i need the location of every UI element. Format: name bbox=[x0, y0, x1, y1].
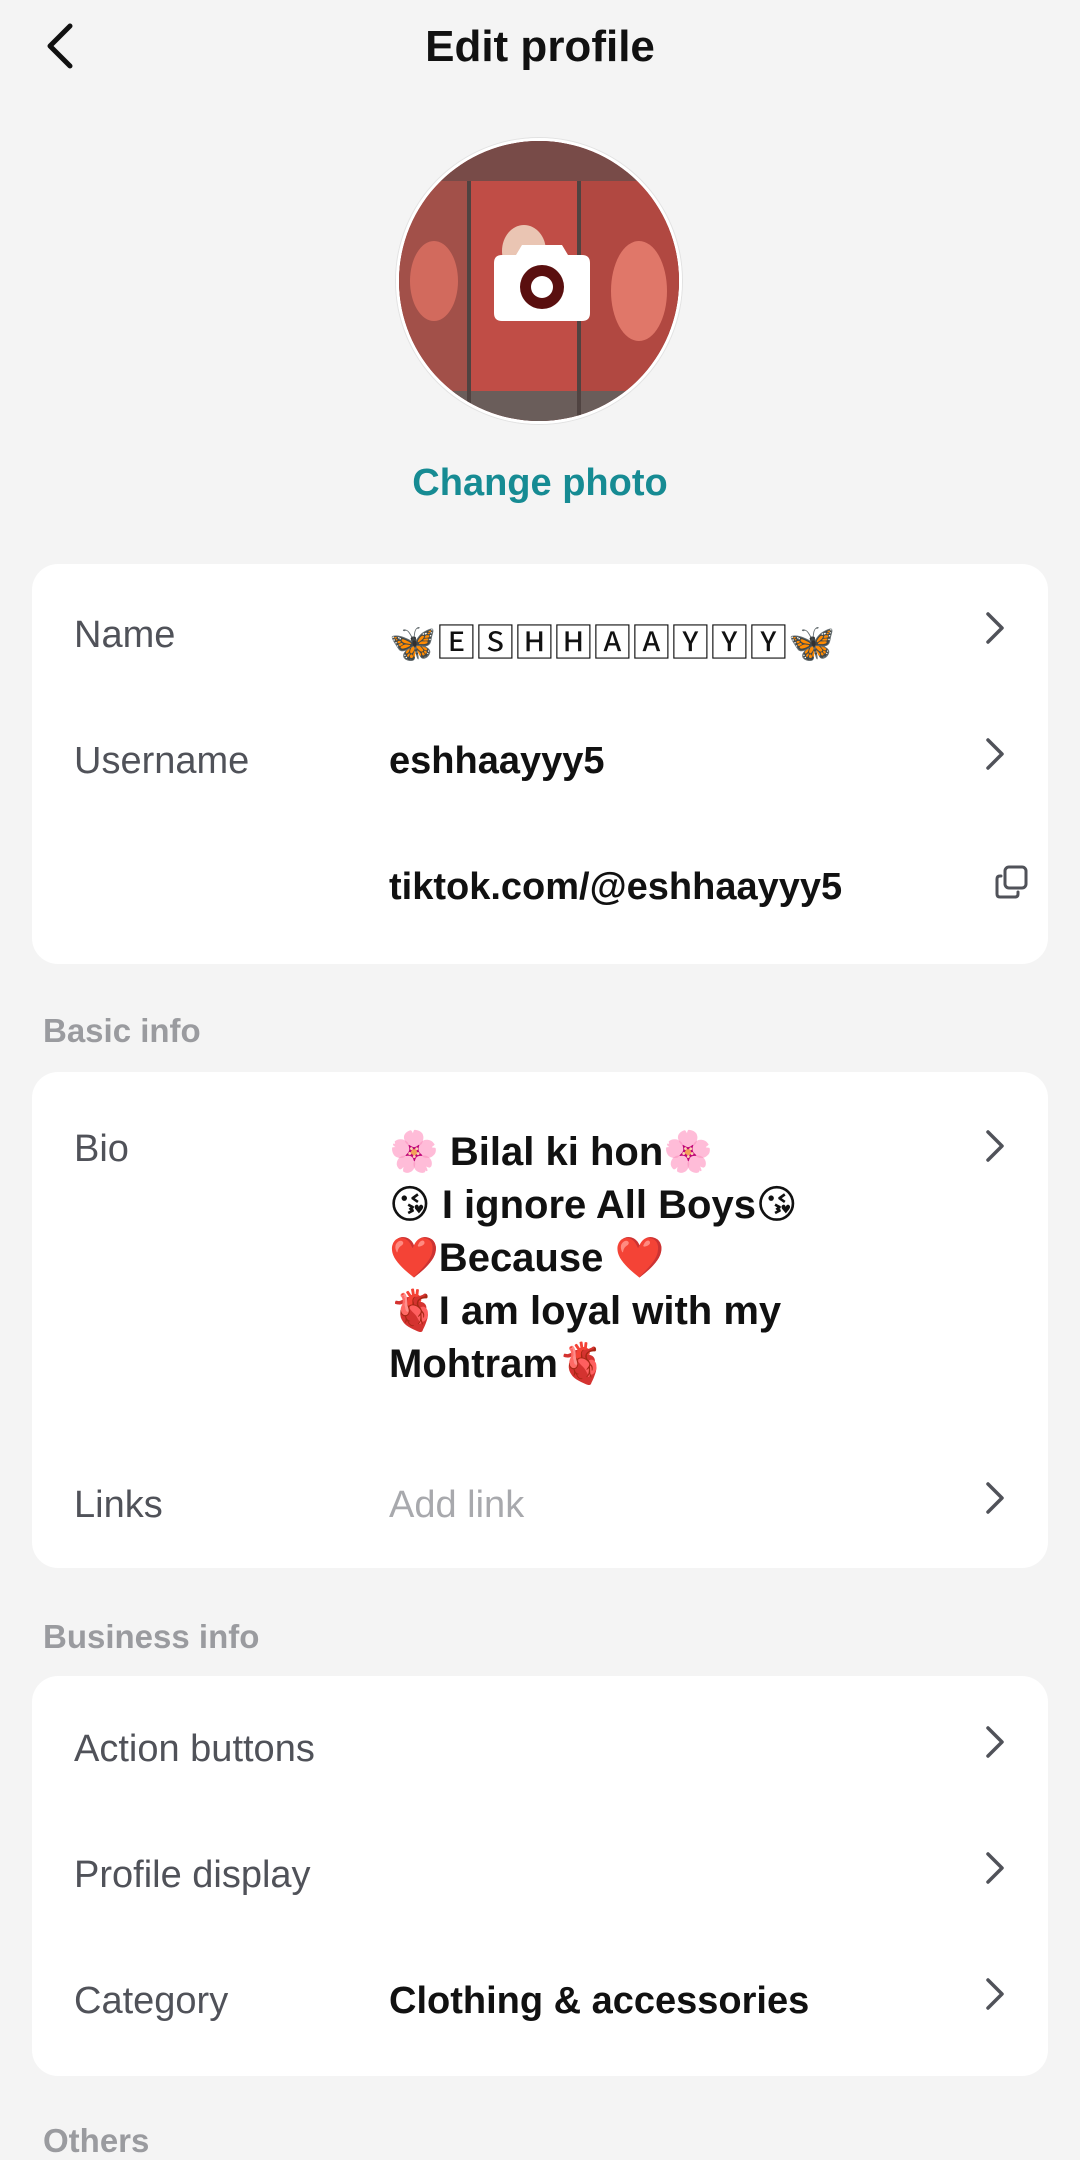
action-buttons-row[interactable]: Action buttons bbox=[32, 1676, 1048, 1802]
profile-photo[interactable] bbox=[396, 138, 682, 424]
chevron-right-icon bbox=[986, 1726, 1004, 1758]
profile-link-row: tiktok.com/@eshhaayyy5 bbox=[32, 816, 1048, 942]
links-row[interactable]: Links Add link bbox=[32, 1442, 1048, 1568]
page-title: Edit profile bbox=[425, 22, 655, 71]
bio-line: 🫀I am loyal with my bbox=[389, 1289, 782, 1333]
bio-line: Mohtram🫀 bbox=[389, 1342, 608, 1386]
category-row[interactable]: Category Clothing & accessories bbox=[32, 1928, 1048, 2054]
chevron-right-icon bbox=[986, 1482, 1004, 1514]
chevron-right-icon bbox=[986, 738, 1004, 770]
chevron-right-icon bbox=[986, 1130, 1004, 1162]
name-label: Name bbox=[74, 614, 176, 656]
chevron-right-icon bbox=[986, 612, 1004, 644]
links-value: Add link bbox=[389, 1484, 525, 1526]
header: Edit profile bbox=[0, 0, 1080, 96]
chevron-right-icon bbox=[986, 1978, 1004, 2010]
category-label: Category bbox=[74, 1980, 229, 2022]
business-info-card: Action buttons Profile display Category … bbox=[32, 1676, 1048, 2076]
username-value: eshhaayyy5 bbox=[389, 740, 605, 782]
action-buttons-label: Action buttons bbox=[74, 1728, 315, 1770]
bio-row[interactable]: Bio 🌸 Bilal ki hon🌸 😘 I ignore All Boys😘… bbox=[32, 1072, 1048, 1440]
profile-link-value: tiktok.com/@eshhaayyy5 bbox=[389, 866, 843, 908]
bio-line: 😘 I ignore All Boys😘 bbox=[389, 1183, 798, 1227]
identity-card: Name 🦋🄴🅂🄷🄷🄰🄰🅈🅈🅈🦋 Username eshhaayyy5 tik… bbox=[32, 564, 1048, 964]
copy-icon[interactable] bbox=[994, 864, 1030, 900]
username-row[interactable]: Username eshhaayyy5 bbox=[32, 690, 1048, 816]
chevron-right-icon bbox=[986, 1852, 1004, 1884]
username-label: Username bbox=[74, 740, 250, 782]
change-photo-button[interactable]: Change photo bbox=[0, 462, 1080, 505]
links-label: Links bbox=[74, 1484, 163, 1526]
bio-label: Bio bbox=[74, 1128, 129, 1170]
camera-icon bbox=[494, 245, 590, 321]
name-value: 🦋🄴🅂🄷🄷🄰🄰🅈🅈🅈🦋 bbox=[389, 623, 837, 665]
bio-line: ❤️Because ❤️ bbox=[389, 1236, 665, 1280]
basic-info-card: Bio 🌸 Bilal ki hon🌸 😘 I ignore All Boys😘… bbox=[32, 1072, 1048, 1568]
profile-display-label: Profile display bbox=[74, 1854, 311, 1896]
business-info-heading: Business info bbox=[43, 1618, 260, 1655]
others-heading: Others bbox=[43, 2122, 150, 2159]
bio-value: 🌸 Bilal ki hon🌸 😘 I ignore All Boys😘 ❤️B… bbox=[389, 1126, 949, 1391]
profile-display-row[interactable]: Profile display bbox=[32, 1802, 1048, 1928]
basic-info-heading: Basic info bbox=[43, 1012, 201, 1049]
bio-line: 🌸 Bilal ki hon🌸 bbox=[389, 1130, 714, 1174]
category-value: Clothing & accessories bbox=[389, 1980, 810, 2022]
name-row[interactable]: Name 🦋🄴🅂🄷🄷🄰🄰🅈🅈🅈🦋 bbox=[32, 564, 1048, 690]
